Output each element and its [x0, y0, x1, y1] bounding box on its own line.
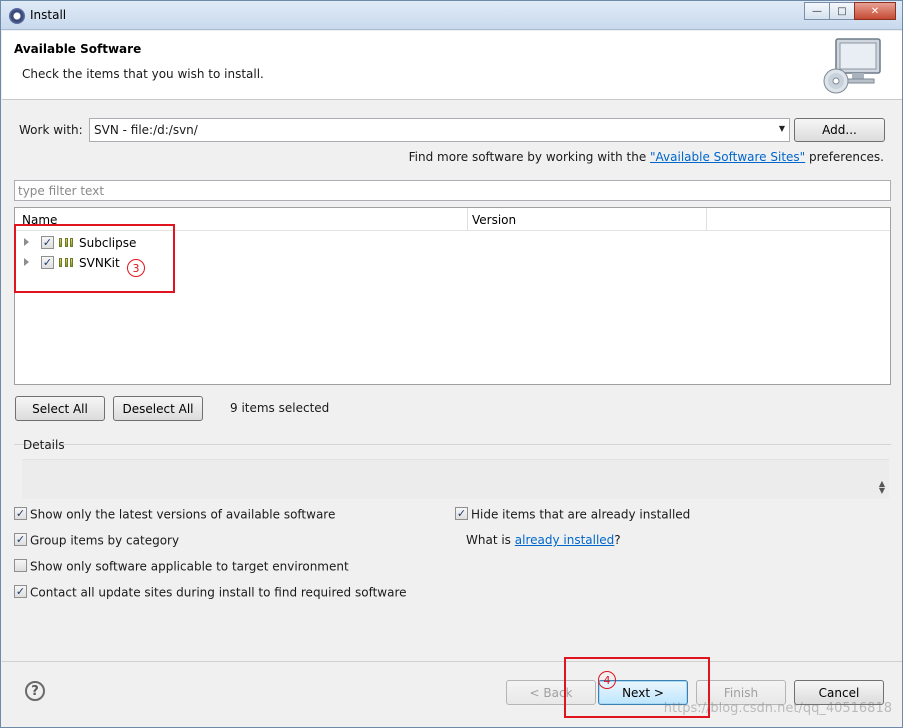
- option-hide-installed-checkbox[interactable]: ✓: [455, 507, 468, 520]
- column-separator[interactable]: [706, 208, 707, 231]
- maximize-button[interactable]: □: [829, 2, 855, 20]
- option-group-checkbox[interactable]: ✓: [14, 533, 27, 546]
- column-separator[interactable]: [467, 208, 468, 231]
- wizard-header: Available Software Check the items that …: [2, 31, 902, 100]
- window-title: Install: [30, 8, 67, 22]
- option-latest-label: Show only the latest versions of availab…: [30, 507, 336, 522]
- work-with-combo[interactable]: SVN - file:/d:/svn/ ▼: [89, 118, 790, 142]
- annotation-box-step3: [14, 224, 175, 293]
- details-label: Details: [23, 438, 65, 452]
- annotation-number-step4: 4: [598, 671, 616, 689]
- scroll-arrows-icon[interactable]: ▲ ▼: [879, 480, 885, 495]
- help-icon[interactable]: ?: [25, 681, 45, 701]
- option-applicable-checkbox[interactable]: [14, 559, 27, 572]
- option-group-label: Group items by category: [30, 533, 180, 548]
- title-bar: Install — □ ✕: [1, 1, 902, 30]
- install-dialog: Install — □ ✕ Available Software Check t…: [0, 0, 903, 728]
- watermark: https://blog.csdn.net/qq_40516818: [663, 701, 892, 716]
- filter-placeholder: type filter text: [18, 184, 105, 198]
- available-sites-link[interactable]: "Available Software Sites": [650, 150, 805, 164]
- option-hide-installed[interactable]: ✓ Hide items that are already installed: [455, 507, 690, 522]
- minimize-button[interactable]: —: [804, 2, 830, 20]
- add-site-button[interactable]: Add...: [794, 118, 885, 142]
- option-group[interactable]: ✓ Group items by category: [14, 533, 179, 548]
- select-all-button[interactable]: Select All: [15, 396, 105, 421]
- what-is-installed: What is already installed?: [466, 533, 621, 547]
- find-more-suffix: preferences.: [805, 150, 884, 164]
- page-subtitle: Check the items that you wish to install…: [22, 67, 264, 81]
- option-applicable-label: Show only software applicable to target …: [30, 559, 349, 574]
- annotation-number-step3: 3: [127, 259, 145, 277]
- work-with-value: SVN - file:/d:/svn/: [94, 123, 198, 137]
- details-group: ▲ ▼: [14, 444, 891, 499]
- what-is-prefix: What is: [466, 533, 515, 547]
- option-contact[interactable]: ✓ Contact all update sites during install…: [14, 585, 407, 600]
- work-with-label: Work with:: [19, 123, 83, 137]
- option-latest[interactable]: ✓ Show only the latest versions of availa…: [14, 507, 335, 522]
- option-hide-installed-label: Hide items that are already installed: [471, 507, 691, 522]
- install-computer-icon: [823, 38, 881, 94]
- what-is-suffix: ?: [614, 533, 621, 547]
- dropdown-arrow-icon[interactable]: ▼: [779, 124, 785, 133]
- find-more-prefix: Find more software by working with the: [408, 150, 651, 164]
- eclipse-icon: [9, 8, 25, 24]
- close-button[interactable]: ✕: [854, 2, 896, 20]
- details-text-area[interactable]: ▲ ▼: [22, 459, 889, 499]
- page-title: Available Software: [14, 42, 142, 56]
- window-controls: — □ ✕: [804, 2, 896, 20]
- option-contact-checkbox[interactable]: ✓: [14, 585, 27, 598]
- deselect-all-button[interactable]: Deselect All: [113, 396, 203, 421]
- selection-count: 9 items selected: [230, 401, 330, 415]
- option-contact-label: Contact all update sites during install …: [30, 585, 407, 600]
- footer-divider: [2, 661, 902, 662]
- already-installed-link[interactable]: already installed: [515, 533, 615, 547]
- find-more-text: Find more software by working with the "…: [409, 150, 884, 164]
- column-version[interactable]: Version: [472, 213, 516, 227]
- option-applicable[interactable]: Show only software applicable to target …: [14, 559, 349, 574]
- option-latest-checkbox[interactable]: ✓: [14, 507, 27, 520]
- filter-input[interactable]: type filter text: [14, 180, 891, 201]
